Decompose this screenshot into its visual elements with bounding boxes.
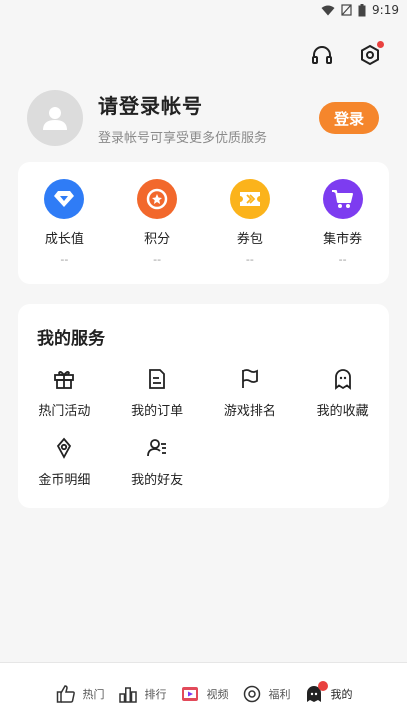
cart-icon bbox=[331, 190, 353, 208]
nav-mine-label: 我的 bbox=[330, 688, 353, 701]
nav-hot[interactable]: 热门 bbox=[55, 683, 105, 705]
stat-coupons-value: -- bbox=[245, 253, 254, 266]
stat-market-coupons-value: -- bbox=[338, 253, 347, 266]
welfare-icon bbox=[241, 683, 263, 705]
nav-video[interactable]: 视频 bbox=[179, 683, 229, 705]
stat-points-label: 积分 bbox=[144, 232, 171, 247]
service-orders[interactable]: 我的订单 bbox=[111, 366, 204, 419]
stat-growth-circle bbox=[44, 179, 85, 219]
video-icon bbox=[179, 683, 201, 705]
nav-hot-label: 热门 bbox=[82, 688, 105, 701]
service-hot-events[interactable]: 热门活动 bbox=[18, 366, 111, 419]
gift-icon bbox=[51, 366, 77, 392]
status-time: 9:19 bbox=[372, 3, 399, 17]
ghost-icon bbox=[330, 366, 356, 392]
service-grid: 热门活动 我的订单 游戏排名 我的收藏 金币明细 我的好友 bbox=[18, 366, 389, 488]
wifi-icon bbox=[321, 5, 335, 15]
stat-market-coupons[interactable]: 集市券 -- bbox=[296, 162, 389, 284]
stat-growth-label: 成长值 bbox=[44, 232, 84, 247]
nav-mine[interactable]: 我的 bbox=[303, 681, 353, 705]
service-game-ranking[interactable]: 游戏排名 bbox=[204, 366, 297, 419]
ranking-icon bbox=[117, 683, 139, 705]
stat-coupons-circle bbox=[229, 179, 270, 219]
stat-growth-value: -- bbox=[60, 253, 69, 266]
stat-points[interactable]: 积分 -- bbox=[111, 162, 204, 284]
service-coin-details[interactable]: 金币明细 bbox=[18, 435, 111, 488]
points-badge-icon bbox=[146, 188, 168, 210]
notification-dot bbox=[377, 41, 384, 48]
stat-market-coupons-circle bbox=[322, 179, 363, 219]
service-favorites-label: 我的收藏 bbox=[316, 404, 369, 419]
nav-mine-badge bbox=[317, 681, 328, 691]
friends-icon bbox=[144, 435, 170, 461]
thumbs-up-icon bbox=[55, 683, 77, 705]
login-button[interactable]: 登录 bbox=[319, 102, 379, 134]
diamond-icon bbox=[54, 191, 75, 207]
service-friends-label: 我的好友 bbox=[131, 473, 184, 488]
order-icon bbox=[144, 366, 170, 392]
nav-ranking[interactable]: 排行 bbox=[117, 683, 167, 705]
headset-icon bbox=[312, 46, 332, 64]
nav-welfare[interactable]: 福利 bbox=[241, 683, 291, 705]
top-actions bbox=[309, 41, 384, 68]
status-bar: 9:19 bbox=[0, 0, 407, 20]
nav-welfare-label: 福利 bbox=[268, 688, 291, 701]
service-friends[interactable]: 我的好友 bbox=[111, 435, 204, 488]
stats-card: 成长值 -- 积分 -- 券包 -- 集市券 -- bbox=[18, 162, 389, 284]
profile-title[interactable]: 请登录帐号 bbox=[98, 90, 319, 119]
profile-subtitle: 登录帐号可享受更多优质服务 bbox=[98, 131, 268, 146]
bottom-nav: 热门 排行 视频 福利 我的 bbox=[0, 662, 407, 725]
no-sim-icon bbox=[341, 4, 352, 16]
profile-icon bbox=[303, 681, 328, 705]
flag-icon bbox=[237, 366, 263, 392]
service-orders-label: 我的订单 bbox=[131, 404, 184, 419]
headset-button[interactable] bbox=[309, 42, 335, 68]
stat-growth[interactable]: 成长值 -- bbox=[18, 162, 111, 284]
battery-icon bbox=[358, 3, 366, 16]
service-coin-details-label: 金币明细 bbox=[38, 473, 91, 488]
nav-video-label: 视频 bbox=[206, 688, 229, 701]
stat-coupons[interactable]: 券包 -- bbox=[204, 162, 297, 284]
stat-coupons-label: 券包 bbox=[236, 232, 263, 247]
stat-market-coupons-label: 集市券 bbox=[323, 232, 363, 247]
services-card: 我的服务 热门活动 我的订单 游戏排名 我的收藏 金币明细 我的好友 bbox=[18, 304, 389, 508]
stat-points-circle bbox=[137, 179, 178, 219]
service-hot-events-label: 热门活动 bbox=[38, 404, 91, 419]
service-favorites[interactable]: 我的收藏 bbox=[296, 366, 389, 419]
services-title: 我的服务 bbox=[37, 329, 105, 349]
nav-ranking-label: 排行 bbox=[144, 688, 167, 701]
profile-header: 请登录帐号 登录帐号可享受更多优质服务 登录 bbox=[27, 88, 379, 148]
coin-icon bbox=[51, 435, 77, 461]
profile-text: 请登录帐号 登录帐号可享受更多优质服务 bbox=[98, 90, 319, 146]
stat-points-value: -- bbox=[153, 253, 162, 266]
ticket-icon bbox=[239, 192, 260, 206]
settings-button[interactable] bbox=[357, 41, 384, 68]
avatar[interactable] bbox=[27, 90, 83, 146]
default-avatar-icon bbox=[43, 107, 67, 130]
service-game-ranking-label: 游戏排名 bbox=[223, 404, 276, 419]
